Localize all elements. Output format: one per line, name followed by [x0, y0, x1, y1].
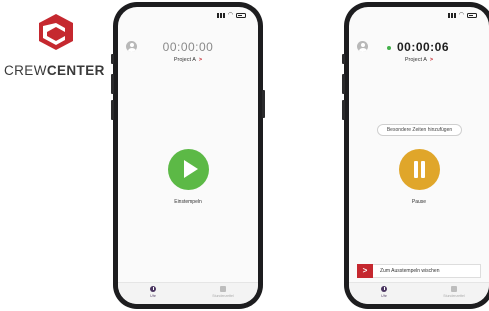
timer-display: 00:00:06 [396, 40, 450, 54]
add-special-time-button[interactable]: Besondere Zeiten hinzufügen [377, 124, 462, 136]
phone-side-button [111, 54, 114, 64]
app-screen: ◠ 00:00:06 Project A > Besondere Zeiten h… [349, 7, 489, 304]
timer-display: 00:00:00 [162, 40, 214, 54]
wifi-icon: ◠ [458, 12, 464, 18]
phone-side-button [111, 74, 114, 94]
tab-timesheet[interactable]: Stundenzettel [188, 286, 258, 298]
tab-timesheet-label: Stundenzettel [443, 294, 465, 298]
chevron-right-icon: > [429, 57, 434, 63]
play-icon [184, 160, 198, 178]
clock-icon [150, 286, 156, 292]
project-selector[interactable]: Project A > [349, 57, 489, 63]
battery-icon [467, 13, 477, 18]
phone-idle: ◠ 00:00:00 Project A > Einstempeln Uhr St… [111, 2, 265, 309]
phone-side-button [111, 100, 114, 120]
project-selector[interactable]: Project A > [118, 57, 258, 63]
clock-icon [381, 286, 387, 292]
tab-timesheet-label: Stundenzettel [212, 294, 234, 298]
tab-clock[interactable]: Uhr [349, 286, 419, 298]
signal-icon [447, 13, 456, 18]
crewcenter-logo: CREWCENTER [4, 14, 108, 78]
pause-label: Pause [411, 199, 427, 205]
tab-clock-label: Uhr [150, 294, 156, 298]
signal-icon [216, 13, 225, 18]
project-name: Project A [404, 57, 427, 63]
phone-running: ◠ 00:00:06 Project A > Besondere Zeiten h… [342, 2, 489, 309]
logo-word-center: CENTER [46, 63, 105, 78]
tab-bar: Uhr Stundenzettel [118, 282, 258, 304]
swipe-handle-chevron-icon[interactable]: > [357, 264, 373, 278]
tab-clock[interactable]: Uhr [118, 286, 188, 298]
tab-timesheet[interactable]: Stundenzettel [419, 286, 489, 298]
clock-in-button[interactable] [168, 149, 209, 190]
tab-clock-label: Uhr [381, 294, 387, 298]
project-name: Project A [173, 57, 196, 63]
phone-side-button [342, 54, 345, 64]
app-screen: ◠ 00:00:00 Project A > Einstempeln Uhr St… [118, 7, 258, 304]
phone-side-button [342, 74, 345, 94]
pause-icon [414, 161, 418, 178]
battery-icon [236, 13, 246, 18]
status-bar: ◠ [216, 12, 246, 18]
clock-in-label: Einstempeln [174, 199, 202, 205]
logo-wordmark: CREWCENTER [4, 63, 108, 78]
logo-word-crew: CREW [4, 63, 47, 78]
status-bar: ◠ [447, 12, 477, 18]
swipe-label: Zum Ausstempeln wischen [380, 268, 440, 274]
pause-icon [421, 161, 425, 178]
phone-side-button [342, 100, 345, 120]
tab-bar: Uhr Stundenzettel [349, 282, 489, 304]
crewcenter-logo-icon [39, 14, 73, 50]
phone-side-button [262, 90, 265, 118]
pause-button[interactable] [399, 149, 440, 190]
timesheet-icon [451, 286, 457, 292]
chevron-right-icon: > [198, 57, 203, 63]
timesheet-icon [220, 286, 226, 292]
wifi-icon: ◠ [227, 12, 233, 18]
swipe-to-clock-out[interactable]: > Zum Ausstempeln wischen [357, 264, 481, 278]
